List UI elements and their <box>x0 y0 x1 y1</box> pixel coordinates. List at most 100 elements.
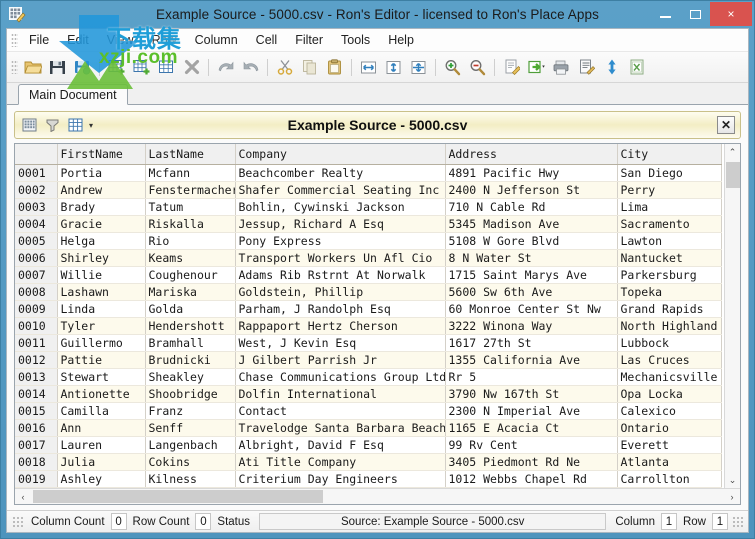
grid-view-icon[interactable] <box>19 115 40 136</box>
menu-filter[interactable]: Filter <box>286 31 332 49</box>
menu-view[interactable]: View <box>98 31 143 49</box>
table-row[interactable]: 0019 Ashley Kilness Criterium Day Engineers… <box>15 470 722 488</box>
column-header-company[interactable]: Company <box>235 144 446 165</box>
table-cell[interactable]: Rio <box>145 232 236 250</box>
statusbar-resize-grip[interactable] <box>732 515 744 528</box>
table-cell[interactable]: Julia <box>57 453 146 471</box>
table-row[interactable]: 0008 Lashawn Mariska Goldstein, Phillip 5600… <box>15 283 722 301</box>
table-cell[interactable]: Fenstermacher <box>145 181 236 199</box>
table-row[interactable]: 0013 Stewart Sheakley Chase Communications … <box>15 368 722 386</box>
menu-file[interactable]: File <box>20 31 58 49</box>
row-number[interactable]: 0012 <box>15 351 58 369</box>
table-cell[interactable]: North Highland <box>617 317 722 335</box>
menu-cell[interactable]: Cell <box>247 31 287 49</box>
table-cell[interactable]: Stewart <box>57 368 146 386</box>
column-header-city[interactable]: City <box>617 144 722 165</box>
row-number[interactable]: 0005 <box>15 232 58 250</box>
menu-row[interactable]: Row <box>143 31 186 49</box>
table-cell[interactable]: Antionette <box>57 385 146 403</box>
column-header-lastname[interactable]: LastName <box>145 144 236 165</box>
table-cell[interactable]: 5345 Madison Ave <box>445 215 618 233</box>
table-cell[interactable]: Lima <box>617 198 722 216</box>
table-cell[interactable]: Ontario <box>617 419 722 437</box>
table-cell[interactable]: Lubbock <box>617 334 722 352</box>
edit-document-icon[interactable] <box>500 56 523 79</box>
horizontal-scroll-thumb[interactable] <box>33 490 323 503</box>
table-cell[interactable]: Sheakley <box>145 368 236 386</box>
toolbar-grip[interactable] <box>11 60 18 74</box>
row-number[interactable]: 0008 <box>15 283 58 301</box>
scroll-up-arrow-icon[interactable]: ⌃ <box>724 144 740 160</box>
table-cell[interactable]: Bramhall <box>145 334 236 352</box>
export-icon[interactable] <box>525 56 548 79</box>
menu-column[interactable]: Column <box>186 31 247 49</box>
row-number[interactable]: 0019 <box>15 470 58 488</box>
table-row[interactable]: 0009 Linda Golda Parham, J Randolph Esq 60 M… <box>15 300 722 318</box>
undo-icon[interactable] <box>214 56 237 79</box>
vertical-scroll-track[interactable] <box>724 188 740 472</box>
close-button[interactable]: × <box>710 2 752 26</box>
horizontal-scrollbar[interactable]: ‹ › <box>15 488 740 504</box>
table-cell[interactable]: 8 N Water St <box>445 249 618 267</box>
table-cell[interactable]: Riskalla <box>145 215 236 233</box>
paste-icon[interactable] <box>323 56 346 79</box>
delete-icon[interactable] <box>180 56 203 79</box>
table-cell[interactable]: Portia <box>57 164 146 182</box>
table-cell[interactable]: Adams Rib Rstrnt At Norwalk <box>235 266 446 284</box>
excel-export-icon[interactable] <box>625 56 648 79</box>
column-view-icon[interactable] <box>65 115 86 136</box>
row-number[interactable]: 0001 <box>15 164 58 182</box>
table-row[interactable]: 0015 Camilla Franz Contact 2300 N Imperial A… <box>15 402 722 420</box>
table-cell[interactable]: Opa Locka <box>617 385 722 403</box>
table-cell[interactable]: Willard <box>57 487 146 488</box>
table-cell[interactable]: Langenbach <box>145 436 236 454</box>
table-cell[interactable]: Brady <box>57 198 146 216</box>
table-cell[interactable]: 2300 N Imperial Ave <box>445 402 618 420</box>
table-cell[interactable]: 60 Monroe Center St Nw <box>445 300 618 318</box>
table-cell[interactable]: Linda <box>57 300 146 318</box>
table-cell[interactable]: Franz <box>145 402 236 420</box>
table-cell[interactable]: Brudnicki <box>145 351 236 369</box>
row-number[interactable]: 0002 <box>15 181 58 199</box>
table-cell[interactable]: 4891 Pacific Hwy <box>445 164 618 182</box>
table-cell[interactable]: Transport Workers Un Afl Cio <box>235 249 446 267</box>
sort-icon[interactable] <box>600 56 623 79</box>
table-cell[interactable]: Ann <box>57 419 146 437</box>
table-row[interactable]: 0006 Shirley Keams Transport Workers Un Afl… <box>15 249 722 267</box>
table-cell[interactable]: Jessup, Richard A Esq <box>235 215 446 233</box>
table-row[interactable]: 0002 Andrew Fenstermacher Shafer Commercial… <box>15 181 722 199</box>
row-number[interactable]: 0011 <box>15 334 58 352</box>
table-cell[interactable]: Shirley <box>57 249 146 267</box>
table-cell[interactable]: J Gilbert Parrish Jr <box>235 351 446 369</box>
row-number[interactable]: 0014 <box>15 385 58 403</box>
table-cell[interactable]: Criterium Day Engineers <box>235 470 446 488</box>
table-cell[interactable]: Andrew <box>57 181 146 199</box>
table-row[interactable]: 0020WillardKeathleySavings Bank Of Finge… <box>15 487 722 488</box>
table-row[interactable]: 0018 Julia Cokins Ati Title Company 3405 Pie… <box>15 453 722 471</box>
edit-notes-icon[interactable] <box>575 56 598 79</box>
chevron-down-icon[interactable]: ▾ <box>89 121 93 130</box>
row-number[interactable]: 0007 <box>15 266 58 284</box>
menu-help[interactable]: Help <box>379 31 423 49</box>
row-number[interactable]: 0016 <box>15 419 58 437</box>
zoom-out-icon[interactable] <box>466 56 489 79</box>
document-close-button[interactable]: ✕ <box>717 116 735 134</box>
table-cell[interactable]: Bohlin, Cywinski Jackson <box>235 198 446 216</box>
table-cell[interactable]: Lauren <box>57 436 146 454</box>
save-file-icon[interactable] <box>46 56 69 79</box>
table-cell[interactable]: 710 N Cable Rd <box>445 198 618 216</box>
table-cell[interactable]: 3405 Piedmont Rd Ne <box>445 453 618 471</box>
table-row[interactable]: 0011 Guillermo Bramhall West, J Kevin Esq 16… <box>15 334 722 352</box>
table-cell[interactable]: 1355 California Ave <box>445 351 618 369</box>
table-cell[interactable]: Chase Communications Group Ltd <box>235 368 446 386</box>
table-cell[interactable]: 1012 Webbs Chapel Rd <box>445 470 618 488</box>
table-cell[interactable]: Contact <box>235 402 446 420</box>
table-cell[interactable]: Rr 5 <box>445 368 618 386</box>
table-cell[interactable]: Pony Express <box>235 232 446 250</box>
row-number[interactable]: 0009 <box>15 300 58 318</box>
save-as-icon[interactable] <box>71 56 94 79</box>
table-cell[interactable]: Shoobridge <box>145 385 236 403</box>
table-row[interactable]: 0004 Gracie Riskalla Jessup, Richard A Esq 5… <box>15 215 722 233</box>
scroll-down-arrow-icon[interactable]: ⌄ <box>724 472 740 488</box>
table-cell[interactable]: Topeka <box>617 283 722 301</box>
